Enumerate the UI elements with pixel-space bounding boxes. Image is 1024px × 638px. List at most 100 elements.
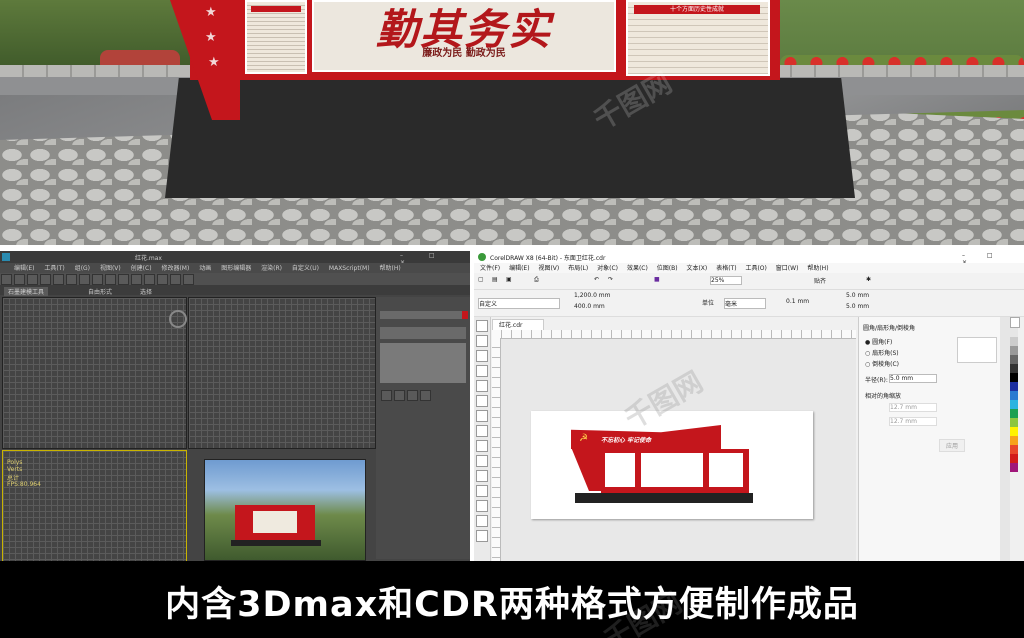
- menu-item[interactable]: 渲染(R): [261, 265, 282, 272]
- document-tab[interactable]: 红花.cdr: [492, 319, 544, 330]
- open-icon[interactable]: ▤: [492, 276, 498, 283]
- swatch[interactable]: [1010, 463, 1018, 472]
- ribbon-tab[interactable]: 自由形式: [88, 287, 112, 296]
- align-icon[interactable]: [131, 274, 142, 285]
- object-color-swatch[interactable]: [462, 311, 468, 319]
- viewport-front[interactable]: [169, 297, 376, 449]
- viewport-perspective[interactable]: [204, 459, 366, 561]
- drawing-canvas[interactable]: 不忘初心 牢记使命 ☭ 千图网: [501, 339, 856, 561]
- menu-item[interactable]: MAXScript(M): [329, 265, 370, 272]
- radius-input[interactable]: 5.0 mm: [889, 374, 937, 383]
- swatch[interactable]: [1010, 445, 1018, 454]
- dimension-tool-icon[interactable]: [476, 470, 488, 482]
- scale-icon[interactable]: [92, 274, 103, 285]
- menu-item[interactable]: 组(G): [75, 265, 90, 272]
- redo-icon[interactable]: [14, 274, 25, 285]
- menu-item[interactable]: 编辑(E): [14, 265, 34, 272]
- swatch[interactable]: [1010, 427, 1018, 436]
- swatch[interactable]: [1010, 355, 1018, 364]
- option-chamfer[interactable]: ○ 倒棱角(C): [865, 359, 899, 368]
- options-icon[interactable]: ✱: [866, 276, 871, 283]
- freehand-tool-icon[interactable]: [476, 380, 488, 392]
- docker-tabs[interactable]: [1000, 317, 1010, 561]
- fill-tool-icon[interactable]: [476, 530, 488, 542]
- menu-item[interactable]: 自定义(U): [292, 265, 319, 272]
- save-icon[interactable]: ▣: [506, 276, 512, 283]
- menu-item[interactable]: 文本(X): [686, 265, 707, 272]
- swatch[interactable]: [1010, 373, 1018, 382]
- menu-item[interactable]: 表格(T): [716, 265, 736, 272]
- duplicate-y[interactable]: 5.0 mm: [846, 303, 869, 310]
- new-icon[interactable]: ▢: [478, 276, 484, 283]
- swatch[interactable]: [1010, 409, 1018, 418]
- rotate-icon[interactable]: [79, 274, 90, 285]
- menu-item[interactable]: 效果(C): [627, 265, 648, 272]
- swatch[interactable]: [1010, 400, 1018, 409]
- swatch[interactable]: [1010, 337, 1018, 346]
- menu-item[interactable]: 编辑(E): [509, 265, 529, 272]
- remove-modifier-icon[interactable]: [420, 390, 431, 401]
- menu-item[interactable]: 创建(C): [131, 265, 152, 272]
- apply-button[interactable]: 应用: [939, 439, 966, 452]
- modifier-list[interactable]: [380, 327, 466, 339]
- rectangle-tool-icon[interactable]: [476, 410, 488, 422]
- viewport-left[interactable]: Polys Verts 总计 FPS:80.964: [2, 450, 187, 562]
- menu-item[interactable]: 对象(C): [597, 265, 618, 272]
- redo-icon[interactable]: ↷: [608, 276, 613, 283]
- swatch[interactable]: [1010, 364, 1018, 373]
- mirror-icon[interactable]: [118, 274, 129, 285]
- menu-item[interactable]: 动画: [199, 265, 211, 272]
- swatch[interactable]: [1010, 328, 1018, 337]
- undo-icon[interactable]: ↶: [594, 276, 599, 283]
- menu-item[interactable]: 布局(L): [568, 265, 588, 272]
- page-height[interactable]: 400.0 mm: [574, 303, 605, 310]
- unit-select[interactable]: 毫米: [724, 298, 766, 309]
- render-setup-icon[interactable]: [170, 274, 181, 285]
- duplicate-x[interactable]: 5.0 mm: [846, 292, 869, 299]
- page-width[interactable]: 1,200.0 mm: [574, 292, 611, 299]
- show-end-icon[interactable]: [394, 390, 405, 401]
- menu-item[interactable]: 修改器(M): [161, 265, 189, 272]
- swatch[interactable]: [1010, 382, 1018, 391]
- nudge-distance[interactable]: 0.1 mm: [786, 298, 809, 305]
- viewport-top[interactable]: [2, 297, 187, 449]
- zoom-level[interactable]: 25%: [710, 276, 742, 285]
- render-icon[interactable]: [183, 274, 194, 285]
- polygon-tool-icon[interactable]: [476, 440, 488, 452]
- menu-item[interactable]: 帮助(H): [807, 265, 828, 272]
- text-tool-icon[interactable]: [476, 455, 488, 467]
- swatch[interactable]: [1010, 454, 1018, 463]
- menu-item[interactable]: 工具(O): [745, 265, 766, 272]
- swatch[interactable]: [1010, 436, 1018, 445]
- menu-item[interactable]: 工具(T): [44, 265, 64, 272]
- corel-connect-icon[interactable]: ■: [654, 276, 660, 283]
- swatch[interactable]: [1010, 418, 1018, 427]
- ellipse-tool-icon[interactable]: [476, 425, 488, 437]
- ribbon-tab[interactable]: 石墨建模工具: [4, 287, 49, 296]
- menu-item[interactable]: 视图(V): [100, 265, 121, 272]
- transparency-tool-icon[interactable]: [476, 500, 488, 512]
- crop-tool-icon[interactable]: [476, 350, 488, 362]
- menu-item[interactable]: 视图(V): [538, 265, 559, 272]
- menu-item[interactable]: 文件(F): [480, 265, 500, 272]
- swatch[interactable]: [1010, 317, 1020, 328]
- swatch[interactable]: [1010, 346, 1018, 355]
- corner-input[interactable]: 12.7 mm: [889, 417, 937, 426]
- option-fillet[interactable]: ● 圆角(F): [865, 337, 892, 346]
- ribbon-tab[interactable]: 选择: [140, 287, 152, 296]
- option-scallop[interactable]: ○ 扇形角(S): [865, 348, 899, 357]
- connector-tool-icon[interactable]: [476, 485, 488, 497]
- corner-input[interactable]: 12.7 mm: [889, 403, 937, 412]
- select-icon[interactable]: [53, 274, 64, 285]
- object-name-field[interactable]: [380, 311, 464, 319]
- snap-icon[interactable]: [105, 274, 116, 285]
- zoom-tool-icon[interactable]: [476, 365, 488, 377]
- shape-tool-icon[interactable]: [476, 335, 488, 347]
- menu-item[interactable]: 帮助(H): [379, 265, 400, 272]
- print-icon[interactable]: ⎙: [534, 276, 539, 284]
- artistic-media-icon[interactable]: [476, 395, 488, 407]
- unlink-icon[interactable]: [40, 274, 51, 285]
- link-icon[interactable]: [27, 274, 38, 285]
- pick-tool-icon[interactable]: [476, 320, 488, 332]
- snap-to-label[interactable]: 贴齐: [814, 276, 826, 285]
